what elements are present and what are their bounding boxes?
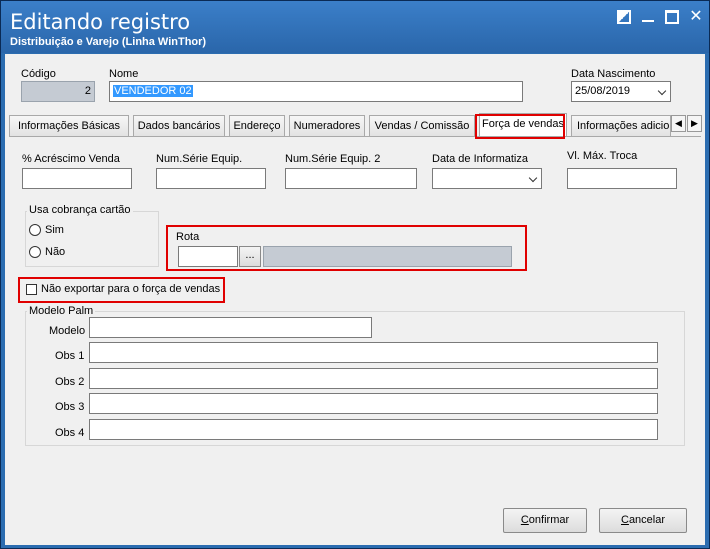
chevron-down-icon[interactable] [657, 86, 667, 96]
num-serie-equip-field[interactable] [156, 168, 266, 189]
radio-nao[interactable] [29, 246, 41, 258]
window-subtitle: Distribuição e Varejo (Linha WinThor) [10, 36, 207, 48]
chevron-down-icon[interactable] [528, 173, 538, 183]
num-serie-equip2-field[interactable] [285, 168, 417, 189]
window-title: Editando registro [10, 10, 191, 34]
cancelar-button[interactable]: Cancelar [599, 508, 687, 533]
radio-nao-label[interactable]: Não [45, 246, 65, 258]
tab-informacoes-adicionais[interactable]: Informações adicio [571, 115, 671, 136]
nome-value: VENDEDOR 02 [113, 85, 193, 97]
radio-sim-label[interactable]: Sim [45, 224, 64, 236]
title-bar[interactable]: Editando registro Distribuição e Varejo … [1, 1, 709, 53]
tab-vendas-comissao[interactable]: Vendas / Comissão [369, 115, 475, 136]
tab-forca-de-vendas[interactable]: Força de vendas [479, 113, 567, 137]
modelo-label: Modelo [49, 325, 86, 337]
obs2-field[interactable] [89, 368, 658, 389]
vl-max-troca-field[interactable] [567, 168, 677, 189]
rota-description-field [263, 246, 512, 267]
cobranca-cartao-title: Usa cobrança cartão [27, 204, 133, 216]
num-serie-equip2-label: Num.Série Equip. 2 [285, 153, 381, 165]
codigo-label: Código [21, 68, 56, 80]
radio-sim[interactable] [29, 224, 41, 236]
confirmar-button[interactable]: Confirmar [503, 508, 587, 533]
restore-icon[interactable] [617, 10, 631, 24]
data-nascimento-field[interactable]: 25/08/2019 [571, 81, 671, 102]
nao-exportar-label[interactable]: Não exportar para o força de vendas [41, 283, 220, 295]
nome-field[interactable]: VENDEDOR 02 [109, 81, 523, 102]
cancelar-accel: C [620, 514, 629, 526]
cancelar-label: ancelar [628, 514, 666, 526]
data-nascimento-label: Data Nascimento [571, 68, 656, 80]
close-button[interactable]: ✕ [689, 9, 703, 25]
obs1-label: Obs 1 [55, 350, 85, 362]
nome-label: Nome [109, 68, 139, 80]
tab-scroll-right-button[interactable]: ▶ [687, 115, 702, 132]
obs1-field[interactable] [89, 342, 658, 363]
num-serie-equip-label: Num.Série Equip. [156, 153, 243, 165]
obs4-label: Obs 4 [55, 427, 85, 439]
dialog-body: Código 2 Nome VENDEDOR 02 Data Nasciment… [5, 54, 705, 545]
maximize-button[interactable] [665, 10, 679, 24]
data-informatiza-label: Data de Informatiza [432, 153, 528, 165]
rota-field[interactable] [178, 246, 238, 267]
tab-divider [9, 136, 701, 137]
data-informatiza-field[interactable] [432, 168, 542, 189]
obs3-label: Obs 3 [55, 401, 85, 413]
rota-lookup-button[interactable]: ... [239, 246, 261, 267]
acrescimo-venda-field[interactable] [22, 168, 132, 189]
tab-scroll-left-button[interactable]: ◀ [671, 115, 686, 132]
minimize-button[interactable] [641, 10, 655, 24]
tab-endereco[interactable]: Endereço [229, 115, 285, 136]
modelo-palm-title: Modelo Palm [27, 305, 96, 317]
modelo-field[interactable] [89, 317, 372, 338]
obs2-label: Obs 2 [55, 376, 85, 388]
cobranca-cartao-group [25, 211, 159, 267]
data-nascimento-value: 25/08/2019 [575, 85, 631, 97]
obs3-field[interactable] [89, 393, 658, 414]
confirmar-accel: C [520, 514, 529, 526]
confirmar-label: onfirmar [528, 514, 570, 526]
tab-strip: Informações Básicas Dados bancários Ende… [9, 113, 702, 137]
tab-numeradores[interactable]: Numeradores [289, 115, 365, 136]
nao-exportar-checkbox[interactable] [26, 284, 37, 295]
obs4-field[interactable] [89, 419, 658, 440]
tab-informacoes-basicas[interactable]: Informações Básicas [9, 115, 129, 136]
vl-max-troca-label: Vl. Máx. Troca [567, 150, 638, 162]
rota-label: Rota [176, 231, 200, 243]
tab-dados-bancarios[interactable]: Dados bancários [133, 115, 225, 136]
codigo-field[interactable]: 2 [21, 81, 95, 102]
acrescimo-venda-label: % Acréscimo Venda [22, 153, 120, 165]
window: Editando registro Distribuição e Varejo … [0, 0, 710, 549]
